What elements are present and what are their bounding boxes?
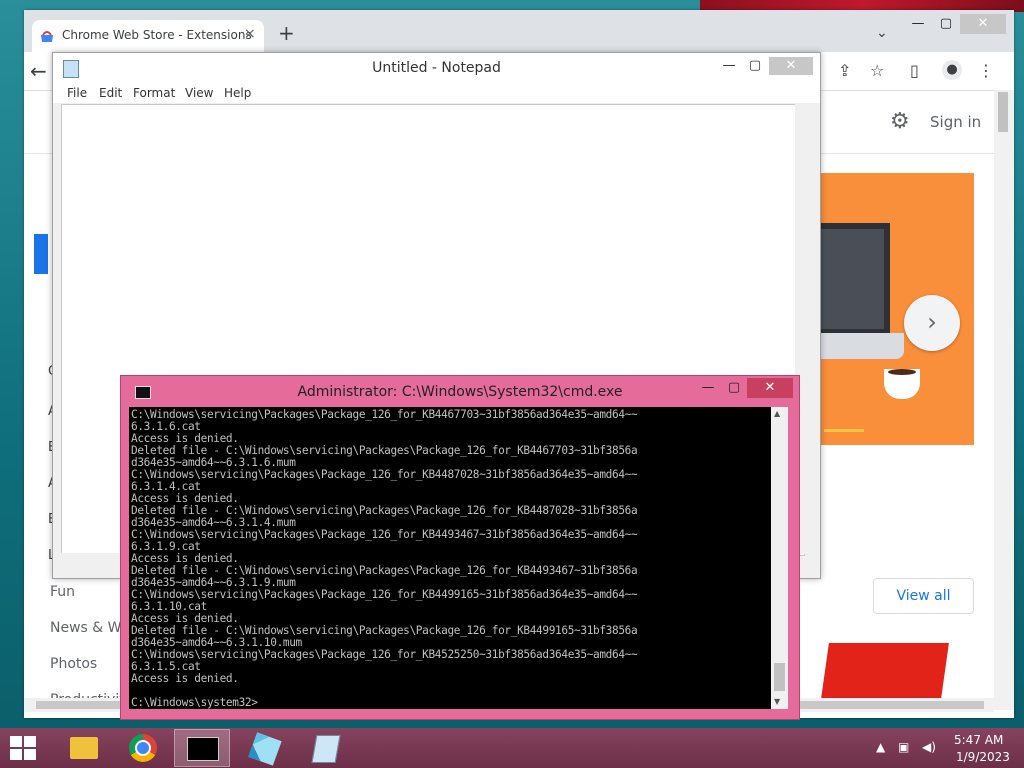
back-arrow-icon[interactable]: ← (30, 59, 47, 83)
menu-edit[interactable]: Edit (99, 86, 122, 100)
cmd-console[interactable]: C:\Windows\servicing\Packages\Package_12… (129, 407, 771, 709)
pencil-illustration (824, 429, 864, 432)
sign-in-link[interactable]: Sign in (930, 113, 981, 131)
chrome-vertical-scrollbar[interactable] (994, 90, 1014, 710)
chrome-tab[interactable]: Chrome Web Store - Extensions × (32, 20, 264, 52)
menu-format[interactable]: Format (133, 86, 175, 100)
cmd-output: C:\Windows\servicing\Packages\Package_12… (131, 408, 638, 709)
carousel-next-button[interactable]: › (904, 295, 960, 351)
taskbar-chrome[interactable] (116, 729, 172, 767)
notepad-titlebar[interactable]: Untitled - Notepad — ▢ ✕ (53, 53, 820, 83)
cmd-title: Administrator: C:\Windows\System32\cmd.e… (297, 384, 623, 400)
cmd-maximize-button[interactable]: ▢ (725, 378, 743, 398)
scroll-down-icon[interactable]: ▼ (774, 697, 780, 706)
windows-logo-icon (10, 749, 22, 760)
more-menu-icon[interactable]: ⋮ (978, 61, 994, 80)
windows-logo-icon (24, 736, 36, 747)
category-news-weather[interactable]: News & We (50, 620, 129, 636)
chrome-close-button[interactable]: ✕ (960, 14, 1006, 34)
star-icon[interactable]: ☆ (870, 61, 884, 80)
cmd-output-line: C:\Windows\system32> (131, 696, 258, 709)
tab-title: Chrome Web Store - Extensions (62, 28, 252, 42)
new-tab-button[interactable]: + (278, 23, 295, 43)
cmd-minimize-button[interactable]: — (699, 378, 717, 398)
cmd-output-line: C:\Windows\servicing\Packages\Package_12… (131, 468, 638, 481)
profile-avatar-icon[interactable]: ● (942, 60, 962, 80)
cmd-icon (187, 737, 219, 761)
chrome-icon (129, 734, 157, 762)
windows-logo-icon (10, 736, 22, 747)
windows-logo-icon (24, 749, 36, 760)
cmd-window[interactable]: Administrator: C:\Windows\System32\cmd.e… (120, 375, 800, 720)
show-hidden-icons-icon[interactable]: ▲ (876, 740, 885, 754)
web-store-icon (41, 31, 53, 42)
cmd-scroll-thumb[interactable] (774, 663, 785, 691)
taskbar: ▲ ▣ ◀) 5:47 AM 1/9/2023 (0, 728, 1024, 768)
scroll-up-icon[interactable]: ▲ (774, 409, 780, 418)
notepad-title: Untitled - Notepad (372, 60, 501, 76)
laptop-keyboard-illustration (814, 333, 904, 359)
share-icon[interactable]: ⇪ (838, 61, 851, 80)
notepad-minimize-button[interactable]: — (721, 57, 737, 75)
taskbar-file-explorer[interactable] (54, 729, 110, 767)
chrome-maximize-button[interactable]: ▢ (936, 14, 956, 34)
tab-close-icon[interactable]: × (244, 26, 256, 42)
chrome-minimize-button[interactable]: — (908, 14, 928, 34)
taskbar-cmd[interactable] (174, 729, 230, 767)
cmd-output-line: C:\Windows\servicing\Packages\Package_12… (131, 648, 638, 661)
clock-date[interactable]: 1/9/2023 (956, 750, 1010, 764)
cubes-icon (248, 732, 282, 766)
notepad-maximize-button[interactable]: ▢ (747, 57, 763, 75)
cmd-vertical-scrollbar[interactable]: ▲ ▼ (771, 407, 788, 709)
cmd-output-line: C:\Windows\servicing\Packages\Package_12… (131, 528, 638, 541)
cmd-output-line: C:\Windows\servicing\Packages\Package_12… (131, 408, 638, 421)
tab-search-icon[interactable]: ⌄ (876, 25, 888, 41)
side-panel-icon[interactable]: ▯ (910, 61, 919, 80)
category-photos[interactable]: Photos (50, 656, 97, 672)
file-explorer-icon (70, 737, 98, 759)
menu-help[interactable]: Help (224, 86, 251, 100)
network-icon[interactable]: ▣ (898, 740, 909, 754)
notepad-icon (311, 735, 341, 763)
cmd-output-line: Access is denied. (131, 672, 239, 685)
gear-icon[interactable]: ⚙ (890, 109, 910, 134)
start-button[interactable] (10, 736, 38, 760)
clock-time[interactable]: 5:47 AM (954, 733, 1003, 747)
volume-icon[interactable]: ◀) (922, 740, 936, 754)
notepad-menubar: File Edit Format View Help (53, 83, 820, 103)
chrome-scroll-thumb[interactable] (998, 92, 1008, 132)
chrome-tabstrip: Chrome Web Store - Extensions × + ⌄ — ▢ … (24, 10, 1014, 52)
notepad-close-button[interactable]: ✕ (769, 57, 813, 75)
cmd-titlebar[interactable]: Administrator: C:\Windows\System32\cmd.e… (121, 376, 799, 406)
taskbar-app-cubes[interactable] (238, 729, 294, 767)
menu-file[interactable]: File (67, 86, 87, 100)
cmd-close-button[interactable]: ✕ (747, 378, 793, 398)
menu-view[interactable]: View (185, 86, 213, 100)
taskbar-notepad[interactable] (298, 729, 354, 767)
hero-banner: › (814, 173, 974, 445)
selected-nav-indicator (34, 234, 48, 274)
category-fun[interactable]: Fun (50, 584, 75, 600)
laptop-illustration (814, 223, 890, 335)
view-all-button[interactable]: View all (873, 578, 974, 614)
coffee-illustration (888, 369, 916, 375)
